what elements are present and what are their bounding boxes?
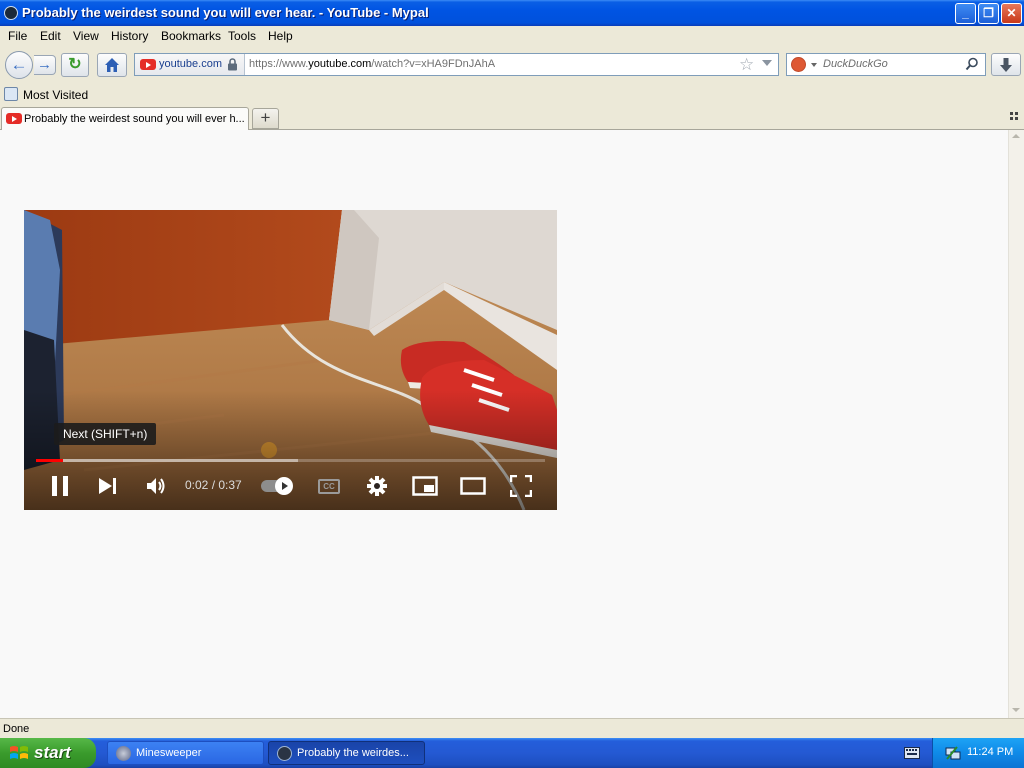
search-bar[interactable]: DuckDuckGo <box>786 53 986 76</box>
tab-active[interactable]: Probably the weirdest sound you will eve… <box>1 107 249 130</box>
reload-icon: ↻ <box>68 56 82 73</box>
tab-title: Probably the weirdest sound you will eve… <box>24 113 245 125</box>
lock-icon <box>228 58 237 71</box>
played-fill <box>36 459 63 462</box>
taskbar-item-minesweeper[interactable]: Minesweeper <box>107 741 264 765</box>
menu-history[interactable]: History <box>111 29 148 43</box>
menu-view[interactable]: View <box>73 29 99 43</box>
most-visited-bookmark[interactable]: Most Visited <box>23 88 88 102</box>
bookmarks-toolbar: Most Visited <box>0 84 1024 106</box>
time-display: 0:02 / 0:37 <box>185 478 242 492</box>
network-icon[interactable] <box>945 745 961 761</box>
vertical-scrollbar[interactable] <box>1008 130 1024 718</box>
home-icon <box>105 58 119 72</box>
scroll-up-icon[interactable] <box>1012 134 1020 138</box>
miniplayer-icon[interactable] <box>412 476 438 496</box>
title-bar[interactable]: Probably the weirdest sound you will eve… <box>0 0 1024 26</box>
buffered-fill <box>36 459 298 462</box>
video-player[interactable]: Next (SHIFT+n) 0:02 / 0:37 CC <box>24 210 557 510</box>
video-frame <box>24 210 557 510</box>
search-icon[interactable] <box>965 57 979 71</box>
search-input[interactable]: DuckDuckGo <box>823 58 888 70</box>
identity-domain: youtube.com <box>159 58 222 70</box>
download-arrow-icon <box>1000 58 1012 72</box>
menu-file[interactable]: File <box>8 29 27 43</box>
windows-logo-icon <box>10 746 28 759</box>
autoplay-play-icon <box>282 482 288 490</box>
autoplay-toggle[interactable] <box>261 477 293 495</box>
status-bar: Done <box>0 718 1024 738</box>
duckduckgo-icon[interactable] <box>791 57 806 72</box>
next-tooltip: Next (SHIFT+n) <box>54 423 157 445</box>
menu-bookmarks[interactable]: Bookmarks <box>161 29 221 43</box>
youtube-favicon-icon <box>140 59 156 70</box>
menu-edit[interactable]: Edit <box>40 29 61 43</box>
window-title: Probably the weirdest sound you will eve… <box>22 5 429 20</box>
minesweeper-icon <box>116 746 131 761</box>
autoplay-knob <box>275 477 293 495</box>
mypal-taskbar-icon <box>277 746 292 761</box>
back-arrow-icon: ← <box>10 55 28 74</box>
url-path: /watch?v=xHA9FDnJAhA <box>371 58 496 70</box>
pause-icon[interactable] <box>51 475 69 497</box>
progress-bar[interactable] <box>36 459 545 462</box>
settings-gear-icon[interactable] <box>366 475 388 497</box>
url-dropdown-icon[interactable] <box>762 60 772 66</box>
url-text[interactable]: https://www.youtube.com/watch?v=xHA9FDnJ… <box>249 58 495 70</box>
home-button[interactable] <box>97 53 127 77</box>
clock: 11:24 PM <box>967 746 1014 758</box>
reload-button[interactable]: ↻ <box>61 53 89 77</box>
new-tab-button[interactable]: + <box>252 108 279 129</box>
menu-bar: File Edit View History Bookmarks Tools H… <box>0 26 1024 46</box>
taskbar-item-label: Probably the weirdes... <box>297 747 409 759</box>
taskbar-item-browser[interactable]: Probably the weirdes... <box>268 741 425 765</box>
system-tray: 11:24 PM <box>932 738 1024 768</box>
most-visited-folder-icon <box>4 87 18 101</box>
next-video-icon[interactable] <box>98 477 118 495</box>
close-button[interactable]: ✕ <box>1001 3 1022 24</box>
menu-tools[interactable]: Tools <box>228 29 256 43</box>
captions-icon[interactable]: CC <box>318 479 340 494</box>
fullscreen-icon[interactable] <box>510 475 532 497</box>
search-engine-dropdown-icon[interactable] <box>811 63 817 67</box>
bookmark-star-icon[interactable]: ☆ <box>739 55 754 75</box>
status-text: Done <box>3 723 30 735</box>
tab-list-icon[interactable] <box>1010 112 1019 121</box>
url-bar[interactable]: youtube.com https://www.youtube.com/watc… <box>134 53 779 76</box>
start-label: start <box>34 743 71 762</box>
keyboard-language-icon[interactable] <box>904 747 920 759</box>
site-identity-box[interactable]: youtube.com <box>135 54 245 75</box>
taskbar: start Minesweeper Probably the weirdes..… <box>0 738 1024 768</box>
forward-arrow-icon: → <box>37 56 52 73</box>
mypal-app-icon <box>4 6 18 20</box>
minimize-button[interactable]: _ <box>955 3 976 24</box>
back-button[interactable]: ← <box>5 51 33 79</box>
tooltip-text: Next (SHIFT+n) <box>63 427 148 441</box>
url-domain: youtube.com <box>308 58 372 70</box>
menu-help[interactable]: Help <box>268 29 293 43</box>
start-button[interactable]: start <box>0 738 96 768</box>
scroll-down-icon[interactable] <box>1012 708 1020 712</box>
volume-icon[interactable] <box>145 475 167 497</box>
url-prefix: https://www. <box>249 58 309 70</box>
downloads-button[interactable] <box>991 53 1021 76</box>
tab-youtube-favicon-icon <box>6 113 22 124</box>
maximize-button[interactable]: ❐ <box>978 3 999 24</box>
taskbar-item-label: Minesweeper <box>136 747 202 759</box>
forward-button[interactable]: → <box>34 55 56 75</box>
theater-mode-icon[interactable] <box>460 477 486 495</box>
